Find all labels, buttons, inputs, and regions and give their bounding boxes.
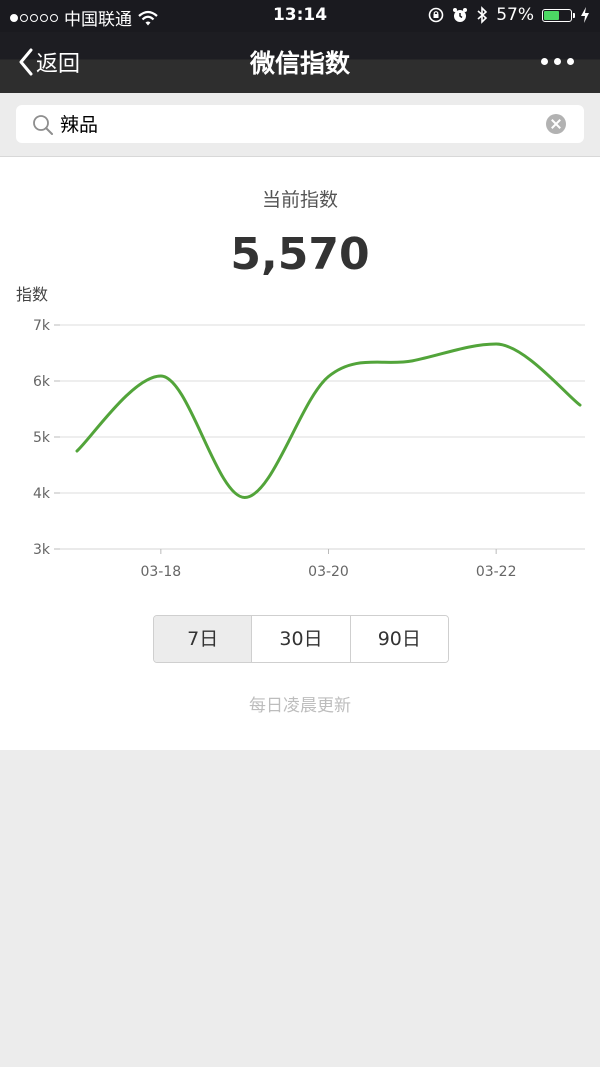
battery-percent: 57% [496, 5, 534, 25]
more-options-button[interactable] [541, 58, 574, 65]
y-tick-label: 6k [33, 374, 51, 390]
x-tick-label: 03-22 [476, 564, 517, 580]
range-tab-1[interactable]: 30日 [252, 616, 351, 662]
index-card: 当前指数 5,570 指数 3k 4k 5k 6k 7k 03-18 03-20 03-22 … [0, 157, 600, 750]
current-index-label: 当前指数 [261, 189, 338, 211]
search-input[interactable] [58, 105, 542, 145]
alarm-icon [453, 8, 468, 22]
more-dot-icon [554, 58, 561, 65]
navigation-bar: 返回 微信指数 [0, 32, 600, 93]
range-tab-0[interactable]: 7日 [154, 616, 253, 662]
update-note: 每日凌晨更新 [249, 696, 351, 716]
series-line [75, 342, 582, 499]
more-dot-icon [541, 58, 548, 65]
charging-icon [581, 7, 589, 23]
status-bar: 中国联通 13:14 57% [0, 0, 600, 32]
range-selector: 7日 30日 90日 [153, 615, 449, 663]
y-tick-label: 4k [33, 486, 51, 502]
y-tick-label: 3k [33, 542, 51, 558]
battery-icon [542, 8, 575, 22]
search-box[interactable] [16, 105, 584, 145]
x-tick-label: 03-18 [140, 564, 181, 580]
battery-level [544, 10, 559, 20]
index-trend-chart: 3k 4k 5k 6k 7k 03-18 03-20 03-22 [33, 318, 585, 580]
orientation-lock-icon [428, 7, 444, 23]
current-index-value: 5,570 [230, 229, 370, 280]
y-tick-label: 5k [33, 430, 51, 446]
status-bar-right: 57% [428, 5, 590, 25]
search-bar [0, 93, 600, 157]
clear-search-icon[interactable] [546, 114, 566, 134]
chart-y-axis-label: 指数 [16, 285, 49, 304]
more-dot-icon [567, 58, 574, 65]
search-icon [33, 115, 53, 135]
range-tab-2[interactable]: 90日 [350, 616, 448, 662]
y-tick-label: 7k [33, 318, 51, 334]
x-tick-label: 03-20 [308, 564, 349, 580]
page-title: 微信指数 [249, 49, 350, 78]
bluetooth-icon [477, 6, 488, 24]
